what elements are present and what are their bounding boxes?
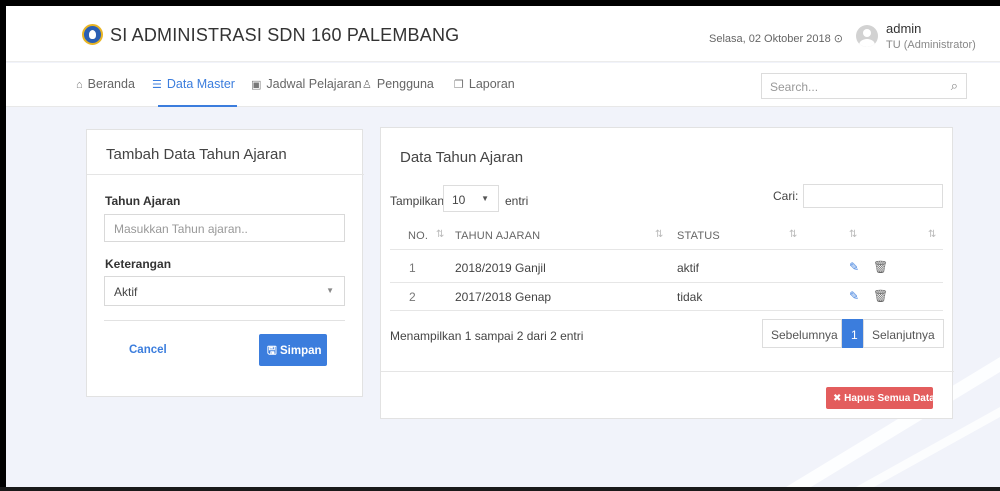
nav-item-laporan[interactable]: ❐ Laporan	[454, 77, 515, 91]
chevron-down-icon: ▼	[481, 194, 489, 203]
divider	[390, 249, 943, 250]
form-title: Tambah Data Tahun Ajaran	[106, 146, 287, 163]
cell-no: 1	[409, 261, 416, 275]
add-school-year-form: Tambah Data Tahun Ajaran Tahun Ajaran Ma…	[86, 129, 364, 397]
save-label: Simpan	[280, 345, 322, 357]
keterangan-label: Keterangan	[105, 257, 172, 271]
cell-tahun: 2017/2018 Genap	[455, 290, 552, 304]
keterangan-value: Aktif	[114, 285, 138, 299]
database-icon: ☰	[152, 79, 162, 91]
divider	[390, 282, 943, 283]
column-header-status[interactable]: STATUS	[677, 230, 720, 242]
show-entries-label: Tampilkan	[390, 194, 445, 208]
clock-icon: ⊙	[833, 33, 843, 45]
chevron-down-icon: ▼	[326, 286, 334, 295]
trash-icon[interactable]: 🗑	[873, 260, 888, 274]
nav-label: Laporan	[468, 77, 515, 91]
table-search-input[interactable]	[803, 184, 943, 208]
table-info: Menampilkan 1 sampai 2 dari 2 entri	[390, 329, 584, 343]
nav-item-jadwal-pelajaran[interactable]: ▣ Jadwal Pelajaran	[251, 77, 362, 91]
copy-icon: ❐	[454, 79, 464, 91]
users-icon: ♙	[362, 79, 372, 91]
user-name[interactable]: admin	[886, 21, 921, 36]
current-date: Selasa, 02 Oktober 2018 ⊙	[709, 32, 843, 45]
search-icon[interactable]: ⌕	[951, 78, 958, 94]
cell-status: aktif	[677, 261, 700, 275]
page-length-select[interactable]: 10 ▼	[443, 185, 499, 212]
cell-status: tidak	[677, 290, 703, 304]
delete-all-button[interactable]: ✖ Hapus Semua Data	[826, 387, 935, 409]
sort-icon[interactable]: ⇅	[928, 229, 936, 240]
divider	[390, 310, 943, 311]
active-tab-indicator	[158, 105, 237, 107]
search-placeholder: Search...	[770, 80, 819, 94]
page-length-value: 10	[452, 193, 466, 207]
trash-icon[interactable]: 🗑	[873, 289, 888, 303]
nav-item-beranda[interactable]: ⌂ Beranda	[76, 77, 135, 91]
nav-label: Beranda	[87, 77, 135, 91]
search-input[interactable]: Search... ⌕	[761, 73, 967, 99]
sort-icon[interactable]: ⇅	[655, 229, 663, 240]
close-icon: ✖	[833, 393, 842, 404]
cell-tahun: 2018/2019 Ganjil	[455, 261, 546, 275]
cancel-button[interactable]: Cancel	[129, 344, 167, 356]
prev-page-button[interactable]: Sebelumnya	[762, 319, 842, 348]
save-button[interactable]: 🖫 Simpan	[259, 334, 327, 366]
nav-label: Data Master	[166, 77, 235, 91]
tahun-ajaran-placeholder: Masukkan Tahun ajaran..	[114, 222, 248, 236]
tahun-ajaran-input[interactable]: Masukkan Tahun ajaran..	[104, 214, 345, 242]
user-role: TU (Administrator)	[886, 39, 976, 51]
keterangan-select[interactable]: Aktif ▼	[104, 276, 345, 306]
date-label: Selasa, 02 Oktober 2018	[709, 33, 831, 45]
next-page-button[interactable]: Selanjutnya	[863, 319, 944, 348]
divider	[104, 320, 345, 321]
cell-no: 2	[409, 290, 416, 304]
sort-icon[interactable]: ⇅	[789, 229, 797, 240]
save-icon: 🖫	[267, 345, 277, 357]
school-year-table-card: Data Tahun Ajaran Tampilkan 10 ▼ entri C…	[380, 127, 954, 419]
divider	[381, 371, 954, 372]
sort-asc-icon[interactable]: ⇅	[436, 229, 444, 240]
window-frame-bottom	[0, 487, 1000, 491]
tahun-ajaran-label: Tahun Ajaran	[105, 194, 181, 208]
edit-icon[interactable]: ✎	[849, 289, 859, 303]
main-nav: ⌂ Beranda ☰ Data Master ▣ Jadwal Pelajaran …	[6, 63, 1000, 107]
nav-item-data-master[interactable]: ☰ Data Master	[152, 77, 235, 91]
top-header: SI ADMINISTRASI SDN 160 PALEMBANG Selasa…	[6, 6, 1000, 62]
school-logo-icon	[82, 24, 103, 45]
home-icon: ⌂	[76, 79, 83, 91]
edit-icon[interactable]: ✎	[849, 260, 859, 274]
entries-label: entri	[505, 194, 529, 208]
delete-all-label: Hapus Semua Data	[844, 393, 935, 404]
divider	[87, 174, 364, 175]
user-avatar[interactable]	[856, 25, 878, 47]
column-header-tahun-ajaran[interactable]: TAHUN AJARAN	[455, 230, 540, 242]
app-title: SI ADMINISTRASI SDN 160 PALEMBANG	[110, 25, 460, 45]
nav-label: Jadwal Pelajaran	[266, 77, 362, 91]
calendar-icon: ▣	[251, 79, 262, 91]
nav-label: Pengguna	[376, 77, 434, 91]
column-header-no[interactable]: NO.	[408, 230, 428, 242]
page-1-button[interactable]: 1	[842, 319, 863, 348]
table-title: Data Tahun Ajaran	[400, 149, 524, 166]
sort-icon[interactable]: ⇅	[849, 229, 857, 240]
table-search-label: Cari:	[773, 189, 799, 203]
nav-item-pengguna[interactable]: ♙ Pengguna	[362, 77, 434, 91]
